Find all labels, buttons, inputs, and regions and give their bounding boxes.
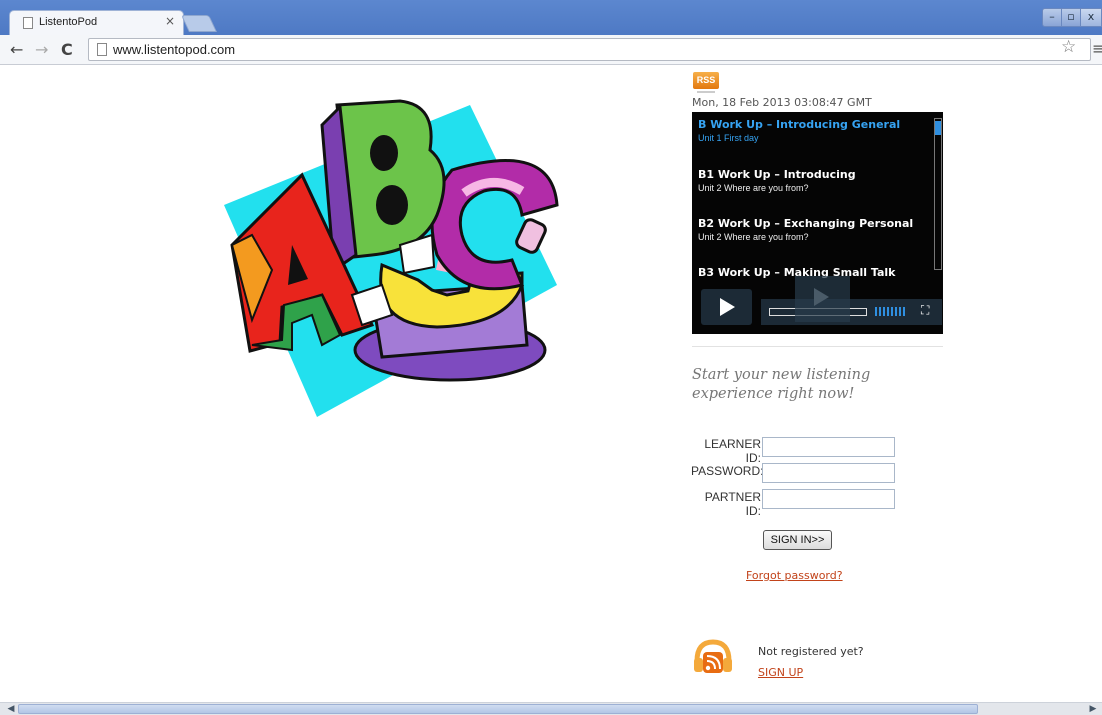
address-bar[interactable]: www.listentopod.com [88, 38, 1091, 61]
center-play-overlay-icon[interactable] [795, 276, 850, 322]
episode-title: B1 Work Up – Introducing [698, 168, 856, 181]
scroll-left-arrow-icon[interactable]: ◀ [4, 703, 18, 715]
password-input[interactable] [762, 463, 895, 483]
player-controls: ⛶ [692, 276, 943, 334]
horizontal-scrollbar[interactable]: ◀ ▶ [0, 702, 1102, 715]
partner-id-label: PARTNER ID: [704, 490, 761, 518]
tab-close-icon[interactable]: × [165, 14, 175, 28]
close-window-button[interactable]: x [1080, 8, 1102, 27]
episode-title: B Work Up – Introducing General [698, 118, 901, 131]
back-arrow-icon[interactable]: ← [10, 40, 23, 59]
forgot-password-link[interactable]: Forgot password? [746, 569, 843, 582]
scrollbar-thumb[interactable] [18, 704, 978, 714]
control-bar: ⛶ [761, 299, 942, 325]
new-tab-button[interactable] [181, 15, 217, 32]
scroll-right-arrow-icon[interactable]: ▶ [1086, 703, 1100, 715]
playlist-scroll-thumb[interactable] [935, 121, 941, 135]
page-icon [23, 17, 33, 29]
episode-item[interactable]: B2 Work Up – Exchanging Personal Unit 2 … [698, 217, 913, 242]
browser-titlebar: ListentoPod × – ▫ x [0, 0, 1102, 35]
forward-arrow-icon[interactable]: → [35, 40, 48, 59]
sign-in-button[interactable]: SIGN IN>> [763, 530, 832, 550]
podcast-rss-icon [694, 639, 732, 673]
page-icon [97, 43, 107, 56]
url-text[interactable]: www.listentopod.com [113, 42, 235, 57]
browser-menu-icon[interactable]: ≡ [1092, 39, 1102, 58]
tab-title: ListentoPod [39, 16, 98, 28]
rss-underline [697, 91, 715, 93]
podcast-player: B Work Up – Introducing General Unit 1 F… [692, 112, 943, 334]
episode-item[interactable]: B Work Up – Introducing General Unit 1 F… [698, 118, 900, 143]
browser-toolbar: ← → C www.listentopod.com ☆ ≡ [0, 35, 1102, 65]
episode-item[interactable]: B1 Work Up – Introducing Unit 2 Where ar… [698, 168, 856, 193]
play-icon [720, 298, 735, 316]
reload-icon[interactable]: C [61, 40, 73, 59]
sign-up-link[interactable]: SIGN UP [758, 666, 803, 679]
tagline: Start your new listening experience righ… [692, 367, 871, 402]
fullscreen-icon[interactable]: ⛶ [921, 303, 929, 318]
divider [692, 346, 943, 347]
playlist-scrollbar[interactable] [934, 118, 942, 270]
episode-subtitle: Unit 2 Where are you from? [698, 183, 809, 193]
play-button[interactable] [701, 289, 752, 325]
maximize-button[interactable]: ▫ [1061, 8, 1081, 27]
feed-date: Mon, 18 Feb 2013 03:08:47 GMT [692, 96, 872, 109]
not-registered-text: Not registered yet? [758, 645, 864, 658]
episode-subtitle: Unit 1 First day [698, 133, 759, 143]
episode-subtitle: Unit 2 Where are you from? [698, 232, 809, 242]
episode-title: B2 Work Up – Exchanging Personal [698, 217, 914, 230]
browser-tab[interactable]: ListentoPod × [9, 10, 184, 35]
abc-logo-icon [224, 99, 559, 417]
rss-badge[interactable]: RSS [693, 72, 719, 89]
bookmark-star-icon[interactable]: ☆ [1061, 37, 1076, 57]
partner-id-input[interactable] [762, 489, 895, 509]
minimize-button[interactable]: – [1042, 8, 1062, 27]
volume-icon[interactable] [875, 307, 907, 316]
learner-id-label: LEARNER ID: [704, 437, 761, 465]
learner-id-input[interactable] [762, 437, 895, 457]
password-label: PASSWORD: [691, 464, 764, 478]
